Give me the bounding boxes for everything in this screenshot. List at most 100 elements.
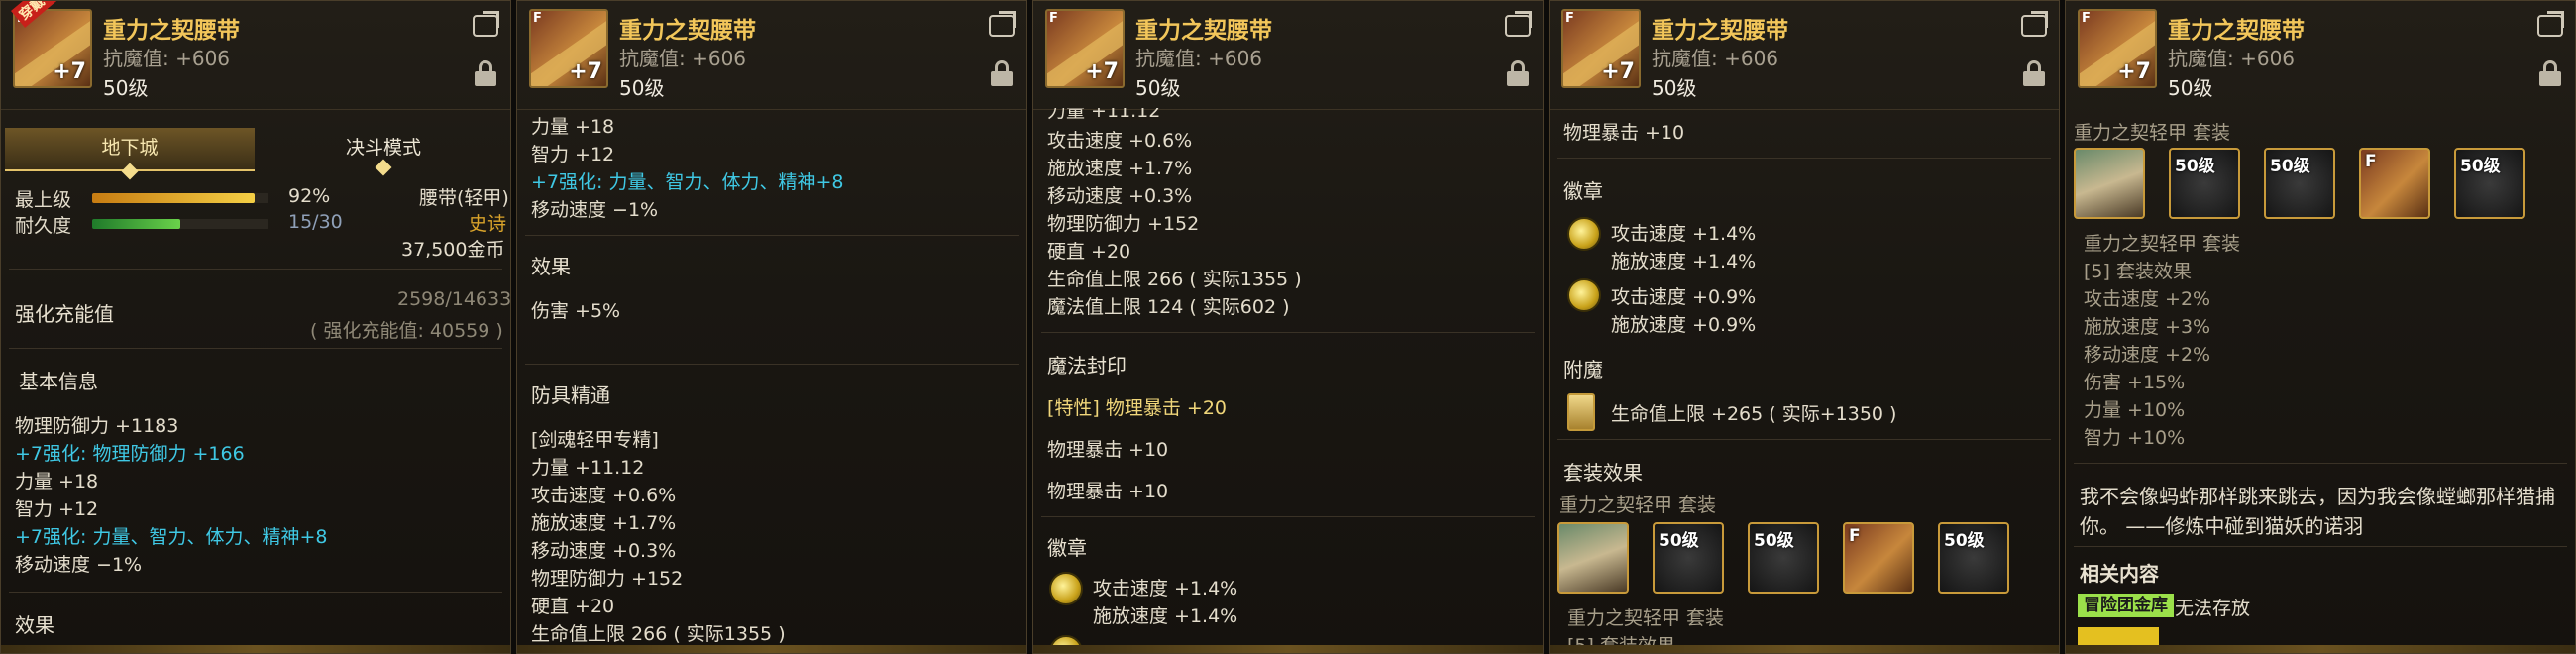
- stat-line: 移动速度 +0.3%: [1047, 185, 1193, 207]
- flavor-text: 我不会像蚂蚱那样跳来跳去，因为我会像螳螂那样猎捕: [2080, 485, 2555, 508]
- set-line: [5] 套装效果: [2084, 261, 2192, 282]
- set-slot-shoulder[interactable]: 50级: [2454, 148, 2525, 219]
- enchant-card-icon: [1567, 393, 1595, 431]
- stat-line: 施放速度 +1.7%: [1047, 158, 1193, 179]
- set-line: 移动速度 +2%: [2084, 344, 2211, 366]
- rarity: 史诗: [469, 213, 507, 235]
- lock-icon[interactable]: [2023, 60, 2045, 86]
- set-line: 施放速度 +3%: [2084, 316, 2211, 338]
- lock-icon[interactable]: [2539, 60, 2561, 86]
- set-slot-top[interactable]: [2074, 148, 2145, 219]
- mastery-title: 防具精通: [531, 383, 610, 407]
- stat-line: 攻击速度 +0.6%: [1047, 130, 1193, 152]
- stat-line: +7强化: 力量、智力、体力、精神+8: [531, 171, 844, 193]
- set-line: 智力 +10%: [2084, 427, 2186, 449]
- set-line: 攻击速度 +2%: [2084, 288, 2211, 310]
- stat-line: 移动速度 −1%: [531, 199, 659, 221]
- share-icon[interactable]: [473, 15, 498, 37]
- basic-line: 物理防御力 +1183: [15, 415, 179, 437]
- seal-line: 物理暴击 +10: [1047, 439, 1169, 461]
- tab-duel[interactable]: 决斗模式: [259, 128, 508, 176]
- enhance-sub: ( 强化充能值: 40559 ): [310, 320, 503, 342]
- item-resist: 抗魔值: +606: [103, 47, 231, 70]
- mastery-line: 施放速度 +1.7%: [531, 512, 677, 534]
- grade-label: 最上级: [15, 189, 72, 211]
- item-name: 重力之契腰带: [1652, 18, 1788, 44]
- basic-title: 基本信息: [19, 370, 98, 393]
- basic-line: +7强化: 力量、智力、体力、精神+8: [15, 526, 328, 548]
- guild-bank-badge: 冒险团金库: [2078, 594, 2174, 617]
- stat-line: 力量 +18: [531, 116, 615, 138]
- durability-bar: [92, 219, 268, 229]
- set-slot-shoes[interactable]: 50级: [1748, 522, 1819, 594]
- set-slot-shoes[interactable]: 50级: [2264, 148, 2335, 219]
- item-level: 50级: [1135, 76, 1181, 100]
- set-title: 套装效果: [1563, 461, 1643, 485]
- share-icon[interactable]: [2021, 15, 2047, 37]
- lock-icon[interactable]: [991, 60, 1013, 86]
- set-sub: 重力之契轻甲 套装: [2084, 233, 2241, 255]
- emblem-line: 施放速度 +1.4%: [1093, 605, 1238, 627]
- set-slot-top[interactable]: [1557, 522, 1629, 594]
- emblem-line: 攻击速度 +0.9%: [1611, 286, 1757, 308]
- emblem-icon: [1049, 572, 1083, 605]
- grade-bar: [92, 193, 268, 203]
- share-icon[interactable]: [2537, 15, 2563, 37]
- emblem-icon: [1567, 217, 1601, 251]
- tooltip-panel-3: F +7 重力之契腰带 抗魔值: +606 50级 力量 +11.12 攻击速度 …: [1032, 0, 1544, 654]
- item-level: 50级: [619, 76, 665, 100]
- mastery-line: 攻击速度 +0.6%: [531, 485, 677, 506]
- set-slot-bottom[interactable]: 50级: [1653, 522, 1724, 594]
- effect-title: 效果: [15, 613, 54, 637]
- mastery-line: 生命值上限 266 ( 实际1355 ): [531, 623, 786, 645]
- item-header: F+7 穿戴中 重力之契腰带 抗魔值: +606 50级: [1, 1, 510, 110]
- item-name: 重力之契腰带: [1135, 18, 1272, 44]
- item-resist: 抗魔值: +606: [1652, 47, 1779, 70]
- seal-line: [特性] 物理暴击 +20: [1047, 397, 1228, 419]
- enchant-title: 附魔: [1563, 358, 1603, 382]
- mastery-line: 物理防御力 +152: [531, 568, 684, 590]
- set-line: 力量 +10%: [2084, 399, 2186, 421]
- item-level: 50级: [1652, 76, 1697, 100]
- guild-bank-status: 无法存放: [2175, 598, 2251, 619]
- stat-line: 硬直 +20: [1047, 241, 1131, 263]
- item-icon: F+7: [529, 9, 608, 88]
- set-slot-belt[interactable]: F: [2359, 148, 2430, 219]
- item-header: F +7 重力之契腰带 抗魔值: +606 50级: [1033, 1, 1543, 110]
- set-slot-belt[interactable]: F: [1843, 522, 1914, 594]
- mastery-line: 硬直 +20: [531, 596, 615, 617]
- emblem-line: 施放速度 +1.4%: [1611, 251, 1757, 272]
- tab-dungeon[interactable]: 地下城: [5, 128, 255, 180]
- item-level: 50级: [103, 76, 149, 100]
- basic-line: 移动速度 −1%: [15, 554, 143, 576]
- set-slot-shoulder[interactable]: 50级: [1938, 522, 2009, 594]
- set-name: 重力之契轻甲 套装: [1559, 494, 1717, 516]
- set-slot-bottom[interactable]: 50级: [2169, 148, 2240, 219]
- share-icon[interactable]: [1505, 15, 1531, 37]
- durability-value: 15/30: [288, 211, 343, 233]
- stat-line: 物理暴击 +10: [1563, 122, 1685, 144]
- basic-line: +7强化: 物理防御力 +166: [15, 443, 245, 465]
- item-icon: F+7: [1561, 9, 1641, 88]
- price: 37,500金币: [401, 239, 505, 261]
- mode-tabs: 地下城 决斗模式: [5, 128, 508, 180]
- lock-icon[interactable]: [1507, 60, 1529, 86]
- emblem-line: 攻击速度 +1.4%: [1093, 578, 1238, 600]
- tooltip-panel-4: F +7 重力之契腰带 抗魔值: +606 50级 物理暴击 +10 徽章 攻击速…: [1549, 0, 2060, 654]
- item-header: F +7 重力之契腰带 抗魔值: +606 50级: [517, 1, 1026, 110]
- enchant-line: 生命值上限 +265 ( 实际+1350 ): [1611, 403, 1897, 425]
- share-icon[interactable]: [989, 15, 1015, 37]
- effect-line: 伤害 +5%: [531, 300, 621, 322]
- emblem-title: 徽章: [1047, 536, 1087, 560]
- emblem-line: 施放速度 +0.9%: [1611, 314, 1757, 336]
- tooltip-panel-5: F +7 重力之契腰带 抗魔值: +606 50级 重力之契轻甲 套装 50级 5…: [2065, 0, 2576, 654]
- lock-icon[interactable]: [475, 60, 496, 86]
- stat-line: 魔法值上限 124 ( 实际602 ): [1047, 296, 1290, 318]
- related-title: 相关内容: [2080, 562, 2159, 586]
- slot-type: 腰带(轻甲): [419, 187, 509, 209]
- grade-value: 92%: [288, 185, 331, 207]
- emblem-title: 徽章: [1563, 179, 1603, 203]
- set-footer: 重力之契轻甲 套装: [1567, 607, 1725, 629]
- effect-title: 效果: [531, 255, 571, 278]
- item-resist: 抗魔值: +606: [2168, 47, 2296, 70]
